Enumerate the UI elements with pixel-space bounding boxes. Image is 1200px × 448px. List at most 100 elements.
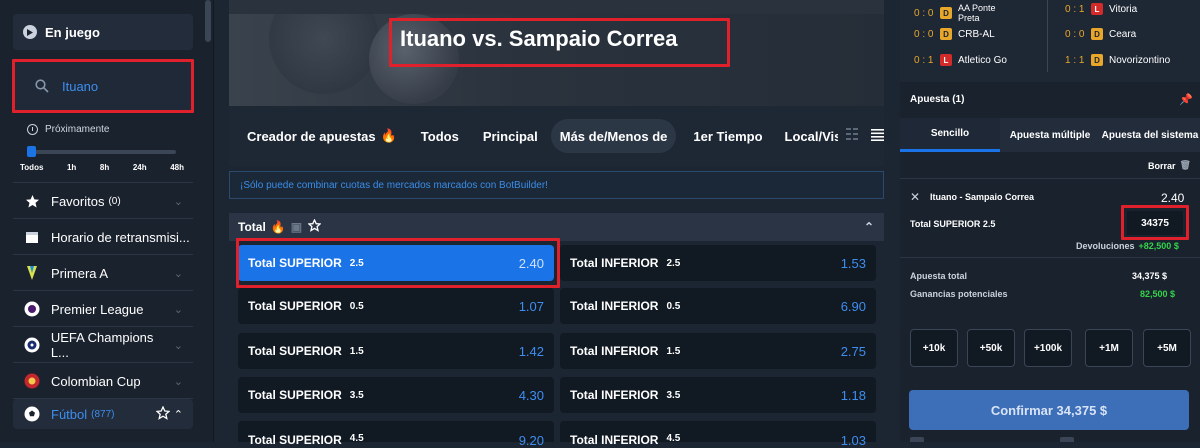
odd-over-4-5[interactable]: Total SUPERIOR 4.5 9.20 bbox=[238, 421, 554, 448]
sidebar: En juego Ituano Próximamente Todos 1h 8h… bbox=[0, 0, 214, 442]
selection-match: Ituano - Sampaio Correa bbox=[930, 192, 1035, 202]
sidebar-item-favorites[interactable]: Favoritos (0) ⌄ bbox=[13, 183, 193, 219]
clock-icon bbox=[27, 124, 38, 135]
tab-multiple[interactable]: Apuesta múltiple bbox=[1000, 118, 1100, 152]
betslip-panel: 0 : 0 D AA Ponte Preta 0 : 1 L Vitoria 0 : 0… bbox=[900, 0, 1200, 442]
odd-over-1-5[interactable]: Total SUPERIOR 1.5 1.42 bbox=[238, 333, 554, 369]
time-filter-all[interactable]: Todos bbox=[20, 163, 43, 172]
odd-over-0-5[interactable]: Total SUPERIOR 0.5 1.07 bbox=[238, 288, 554, 324]
score: 0 : 1 bbox=[914, 54, 934, 66]
sidebar-item-label: Favoritos bbox=[51, 193, 105, 209]
main-content: Ituano vs. Sampaio Correa Creador de apu… bbox=[229, 0, 884, 448]
confirm-bet-button[interactable]: Confirmar 34,375 $ bbox=[909, 390, 1189, 430]
sidebar-item-premier-league[interactable]: Premier League ⌄ bbox=[13, 291, 193, 327]
odd-under-2-5[interactable]: Total INFERIOR 2.5 1.53 bbox=[560, 245, 876, 281]
result-row[interactable]: 0 : 0 D AA Ponte Preta bbox=[914, 3, 1008, 23]
tab-over-under[interactable]: Más de/Menos de bbox=[550, 119, 677, 153]
score: 0 : 0 bbox=[1065, 28, 1085, 40]
result-badge: D bbox=[1091, 54, 1103, 66]
tab-label: Apuesta del sistema bbox=[1101, 129, 1199, 141]
team-name: CRB-AL bbox=[958, 28, 995, 40]
odd-line: 3.5 bbox=[666, 389, 681, 401]
bet-type-tabs: Sencillo Apuesta múltiple Apuesta del si… bbox=[900, 118, 1200, 152]
list-view-icon[interactable] bbox=[871, 128, 884, 144]
tab-all[interactable]: Todos bbox=[412, 119, 468, 153]
delete-label: Borrar bbox=[1148, 160, 1176, 171]
odd-value: 2.75 bbox=[840, 343, 866, 359]
tab-bet-builder[interactable]: Creador de apuestas 🔥 bbox=[238, 119, 406, 153]
result-row[interactable]: 0 : 0 D Ceara bbox=[1065, 28, 1136, 40]
time-filter-24h[interactable]: 24h bbox=[133, 163, 147, 172]
odd-line: 1.5 bbox=[349, 345, 364, 357]
tab-system[interactable]: Apuesta del sistema bbox=[1100, 118, 1200, 152]
odd-label: Total SUPERIOR bbox=[248, 344, 342, 358]
quick-stake-5m[interactable]: +5M bbox=[1143, 329, 1191, 367]
sidebar-item-label: Primera A bbox=[51, 265, 109, 281]
sidebar-item-champions-league[interactable]: UEFA Champions L... ⌄ bbox=[13, 327, 193, 363]
play-icon bbox=[23, 25, 37, 39]
chevron-up-icon[interactable]: ⌃ bbox=[174, 408, 183, 421]
team-name: Novorizontino bbox=[1109, 54, 1171, 66]
chevron-down-icon: ⌄ bbox=[173, 339, 183, 352]
time-filter-48h[interactable]: 48h bbox=[170, 163, 184, 172]
result-badge: D bbox=[940, 7, 952, 19]
odd-under-1-5[interactable]: Total INFERIOR 1.5 2.75 bbox=[560, 333, 876, 369]
quick-stake-50k[interactable]: +50k bbox=[967, 329, 1015, 367]
tab-label: Más de/Menos de bbox=[559, 128, 668, 144]
tab-first-half[interactable]: 1er Tiempo bbox=[684, 119, 771, 153]
pin-icon[interactable]: 📌 bbox=[1179, 93, 1193, 106]
sidebar-scrollbar[interactable] bbox=[205, 0, 211, 42]
odd-value: 4.30 bbox=[518, 387, 544, 403]
stats-icon: ▣ bbox=[290, 220, 303, 234]
sidebar-item-broadcast-schedule[interactable]: Horario de retransmisi... bbox=[13, 219, 193, 255]
tab-home-away[interactable]: Local/Visita bbox=[776, 119, 838, 153]
tab-label: Todos bbox=[420, 128, 459, 144]
checkbox[interactable] bbox=[910, 437, 924, 442]
sidebar-item-primera-a[interactable]: Primera A ⌄ bbox=[13, 255, 193, 291]
banner-image bbox=[269, 14, 379, 94]
time-slider-handle[interactable] bbox=[27, 146, 36, 157]
time-filter-8h[interactable]: 8h bbox=[100, 163, 109, 172]
odd-label: Total INFERIOR bbox=[570, 388, 659, 402]
odd-under-0-5[interactable]: Total INFERIOR 0.5 6.90 bbox=[560, 288, 876, 324]
quick-stake-100k[interactable]: +100k bbox=[1024, 329, 1072, 367]
tab-label: Apuesta múltiple bbox=[1009, 129, 1091, 141]
odd-over-3-5[interactable]: Total SUPERIOR 3.5 4.30 bbox=[238, 377, 554, 413]
tab-single[interactable]: Sencillo bbox=[900, 118, 1000, 152]
result-row[interactable]: 0 : 1 L Atletico Go bbox=[914, 54, 1007, 66]
odd-value: 1.53 bbox=[840, 255, 866, 271]
time-slider-track[interactable] bbox=[30, 150, 176, 154]
fire-icon: 🔥 bbox=[380, 128, 397, 143]
tab-label: 1er Tiempo bbox=[693, 128, 763, 144]
chevron-up-icon[interactable]: ⌃ bbox=[864, 220, 874, 234]
result-row[interactable]: 0 : 0 D CRB-AL bbox=[914, 28, 995, 40]
star-outline-icon[interactable] bbox=[307, 218, 322, 235]
sidebar-item-football[interactable]: Fútbol (877) ⌃ bbox=[13, 399, 193, 429]
odd-under-4-5[interactable]: Total INFERIOR 4.5 1.03 bbox=[560, 421, 876, 448]
star-outline-icon[interactable] bbox=[155, 404, 171, 423]
delete-button[interactable]: Borrar 🗑 bbox=[1148, 160, 1191, 171]
odd-under-3-5[interactable]: Total INFERIOR 3.5 1.18 bbox=[560, 377, 876, 413]
result-row[interactable]: 1 : 1 D Novorizontino bbox=[1065, 54, 1170, 66]
time-filter-1h[interactable]: 1h bbox=[67, 163, 76, 172]
odd-value: 1.07 bbox=[518, 298, 544, 314]
live-button[interactable]: En juego bbox=[13, 14, 193, 50]
tab-main[interactable]: Principal bbox=[474, 119, 547, 153]
quick-stake-1m[interactable]: +1M bbox=[1085, 329, 1133, 367]
odd-label: Total SUPERIOR bbox=[248, 388, 342, 402]
grid-view-icon[interactable] bbox=[846, 128, 859, 144]
sidebar-item-label: Premier League bbox=[51, 301, 144, 317]
quick-stake-10k[interactable]: +10k bbox=[910, 329, 958, 367]
bet-builder-info: ¡Sólo puede combinar cuotas de mercados … bbox=[229, 171, 884, 199]
checkbox[interactable] bbox=[1060, 437, 1074, 442]
market-header[interactable]: Total 🔥 ▣ ⌃ bbox=[229, 213, 884, 241]
sidebar-item-colombian-cup[interactable]: Colombian Cup ⌄ bbox=[13, 363, 193, 399]
live-label: En juego bbox=[45, 24, 100, 40]
result-row[interactable]: 0 : 1 L Vitoria bbox=[1065, 3, 1137, 15]
result-badge: L bbox=[1091, 3, 1103, 15]
trash-icon: 🗑 bbox=[1179, 160, 1191, 170]
champions-league-icon bbox=[23, 336, 41, 354]
remove-selection-icon[interactable]: ✕ bbox=[910, 190, 920, 204]
league-logo-icon bbox=[23, 264, 41, 282]
sidebar-item-label: Colombian Cup bbox=[51, 373, 141, 389]
